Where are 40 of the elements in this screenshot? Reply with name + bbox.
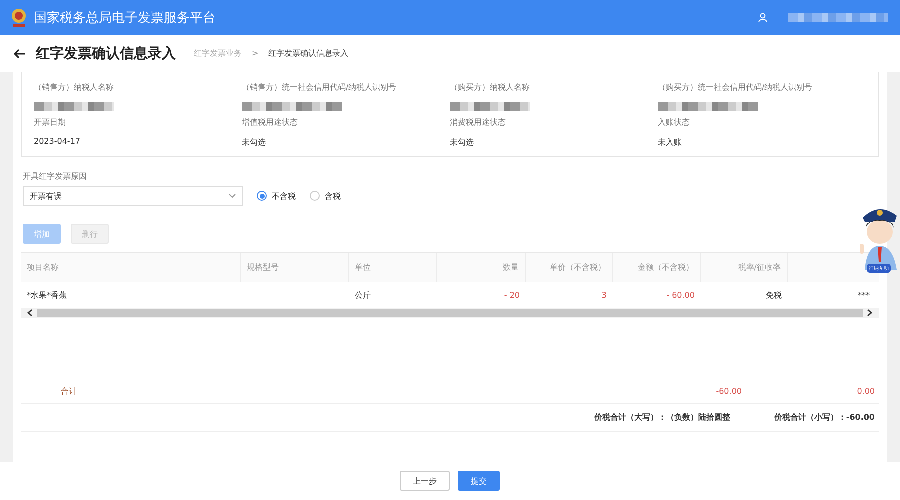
horizontal-scrollbar[interactable] (21, 308, 879, 318)
field-label: （销售方）纳税人名称 (34, 82, 115, 93)
table-cell-text: - 60.00 (666, 290, 696, 302)
table-cell-text: 公斤 (354, 290, 372, 302)
field-label: 增值税用途状态 (242, 117, 299, 128)
field-value: 未勾选 (450, 137, 475, 148)
scroll-left-icon[interactable] (27, 309, 33, 317)
field-label: （购买方）统一社会信用代码/纳税人识别号 (658, 82, 814, 93)
table-cell-text: 免税 (765, 290, 783, 302)
total-label: 合计 (61, 386, 77, 397)
back-arrow-icon[interactable] (14, 48, 26, 58)
field-value: 未勾选 (242, 137, 267, 148)
submit-button[interactable]: 提交 (458, 471, 500, 491)
reason-label: 开具红字发票原因 (23, 171, 88, 182)
previous-button[interactable]: 上一步 (400, 471, 450, 491)
table-cell-text: *水果*香蕉 (26, 290, 68, 302)
field-label: （购买方）纳税人名称 (450, 82, 531, 93)
platform-title: 国家税务总局电子发票服务平台 (34, 10, 216, 26)
field-label: 入账状态 (658, 117, 691, 128)
table-cell-text: - 20 (503, 290, 521, 302)
chevron-down-icon (229, 194, 236, 198)
tax-mode-radio[interactable]: 含税 (310, 190, 341, 202)
table-cell-text: 3 (600, 290, 608, 302)
breadcrumb-separator: > (252, 49, 259, 58)
field-label: 开票日期 (34, 117, 67, 128)
page-title: 红字发票确认信息录入 (36, 44, 176, 62)
grand-total-text: 价税合计（大写）：（负数）陆拾圆整 (594, 412, 730, 423)
field-label: （销售方）统一社会信用代码/纳税人识别号 (242, 82, 398, 93)
field-label: 消费税用途状态 (450, 117, 507, 128)
scroll-right-icon[interactable] (867, 309, 873, 317)
tax-mode-radio[interactable]: 不含税 (257, 190, 296, 202)
total-tax: 0.00 (856, 387, 875, 396)
user-icon[interactable] (758, 12, 768, 22)
reason-select[interactable]: 开票有误 (23, 186, 243, 206)
emblem-icon (10, 8, 28, 28)
field-value: 未入账 (658, 137, 683, 148)
field-value: 2023-04-17 (34, 137, 82, 146)
table-cell-text: *** (857, 290, 871, 302)
total-amount: -60.00 (715, 387, 742, 396)
grand-total-text: 价税合计（小写）：-60.00 (774, 412, 875, 423)
